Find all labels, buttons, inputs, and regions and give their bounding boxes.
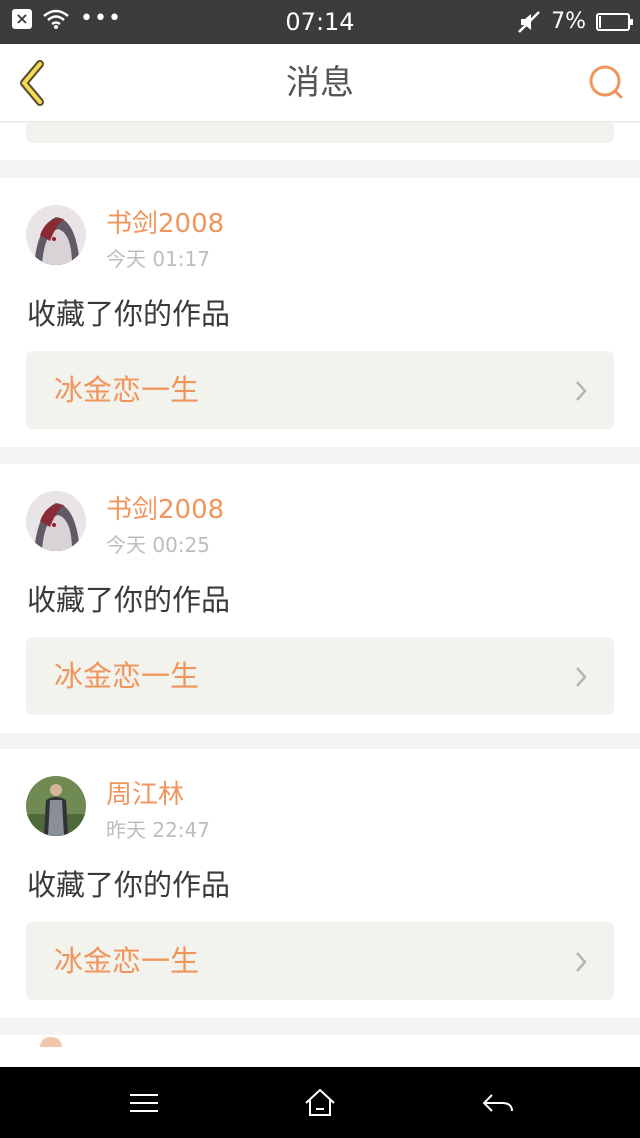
partial-card-bottom — [0, 1035, 640, 1067]
avatar[interactable] — [26, 205, 86, 265]
chevron-right-icon — [576, 952, 587, 972]
work-link[interactable]: 冰金恋一生 — [26, 637, 614, 715]
avatar[interactable] — [26, 776, 86, 836]
message-time: 今天 01:17 — [106, 247, 210, 271]
page-title: 消息 — [286, 63, 354, 103]
chevron-right-icon — [576, 381, 587, 401]
work-title: 冰金恋一生 — [54, 944, 200, 978]
battery-fill — [599, 16, 601, 28]
status-bar: × ••• 07:14 7% — [0, 0, 640, 44]
message-action: 收藏了你的作品 — [27, 297, 231, 331]
work-link[interactable]: 冰金恋一生 — [26, 922, 614, 1000]
message-time: 昨天 22:47 — [106, 818, 210, 842]
home-icon[interactable] — [300, 1085, 340, 1121]
message-list[interactable]: 书剑2008 今天 01:17 收藏了你的作品 冰金恋一生 书剑2008 今天 … — [0, 123, 640, 1067]
battery-icon — [596, 13, 633, 31]
work-link[interactable]: 冰金恋一生 — [26, 351, 614, 429]
system-nav-bar — [0, 1067, 640, 1138]
partial-avatar — [40, 1037, 62, 1047]
partial-work-box — [26, 123, 614, 143]
menu-icon[interactable] — [124, 1085, 164, 1121]
user-name[interactable]: 书剑2008 — [106, 208, 224, 240]
status-right: 7% — [517, 8, 633, 36]
work-title: 冰金恋一生 — [54, 659, 200, 693]
message-card: 书剑2008 今天 01:17 收藏了你的作品 冰金恋一生 — [0, 178, 640, 447]
message-card: 书剑2008 今天 00:25 收藏了你的作品 冰金恋一生 — [0, 464, 640, 733]
mute-icon — [518, 11, 540, 33]
message-action: 收藏了你的作品 — [27, 868, 231, 902]
avatar[interactable] — [26, 491, 86, 551]
message-action: 收藏了你的作品 — [27, 583, 231, 617]
back-arrow-icon[interactable] — [478, 1085, 518, 1121]
user-name[interactable]: 书剑2008 — [106, 494, 224, 526]
partial-card-top — [0, 123, 640, 160]
chevron-right-icon — [576, 667, 587, 687]
work-title: 冰金恋一生 — [54, 373, 200, 407]
message-time: 今天 00:25 — [106, 533, 210, 557]
battery-percent: 7% — [551, 9, 586, 34]
search-icon[interactable] — [586, 62, 626, 102]
nav-bar: 消息 — [0, 44, 640, 122]
message-card: 周江林 昨天 22:47 收藏了你的作品 冰金恋一生 — [0, 749, 640, 1018]
user-name[interactable]: 周江林 — [106, 779, 184, 811]
